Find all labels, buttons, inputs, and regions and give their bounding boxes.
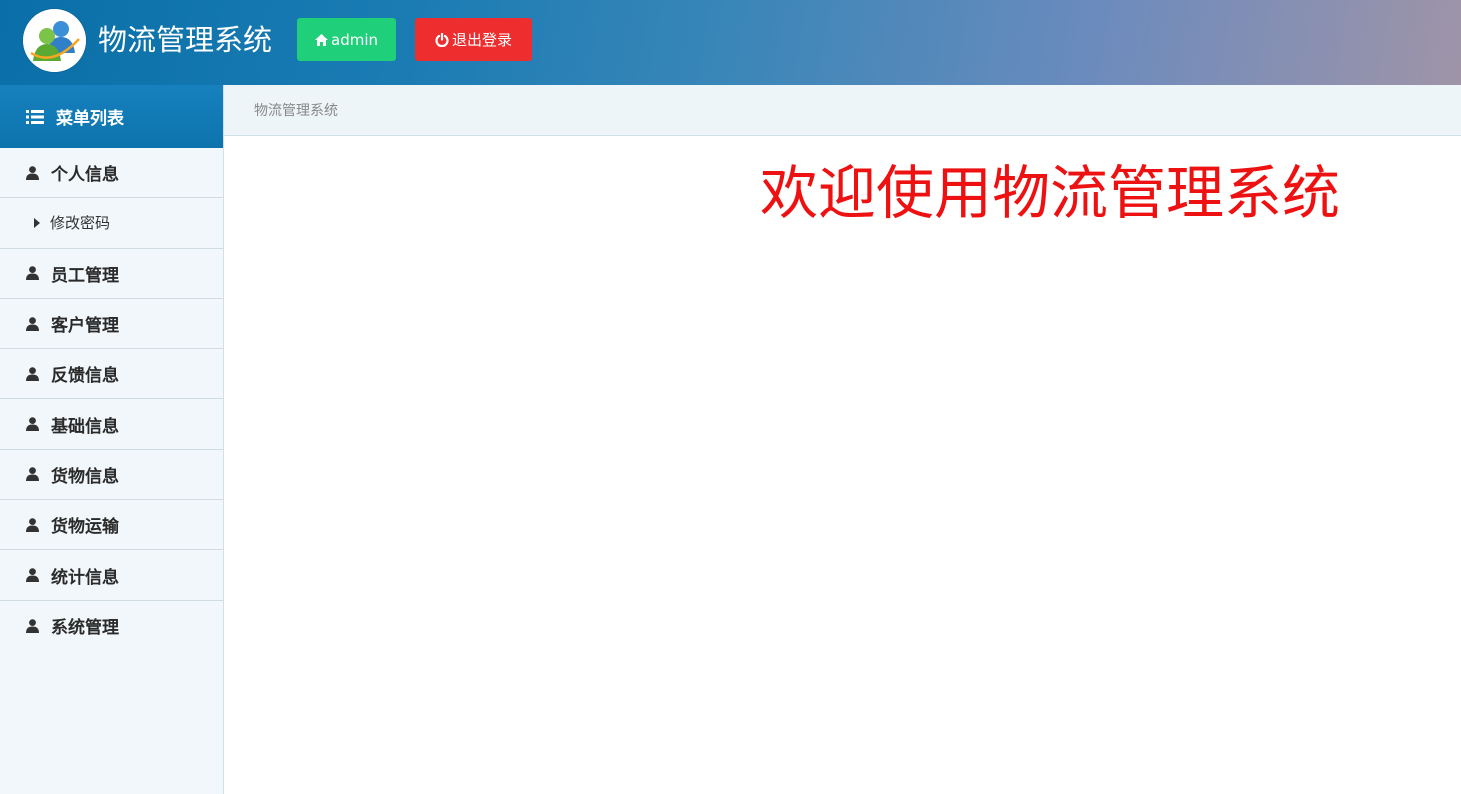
sidebar-item-label: 修改密码	[50, 214, 111, 233]
sidebar-item-change-password[interactable]: 修改密码	[0, 198, 223, 249]
user-icon	[26, 619, 39, 633]
user-icon	[26, 266, 39, 281]
home-icon	[315, 33, 328, 46]
sidebar-item-feedback[interactable]: 反馈信息	[0, 349, 223, 400]
user-icon	[26, 467, 39, 482]
admin-user-button[interactable]: admin	[297, 18, 396, 61]
sidebar-item-goods-info[interactable]: 货物信息	[0, 450, 223, 501]
sidebar-item-basic-info[interactable]: 基础信息	[0, 399, 223, 450]
user-icon	[26, 568, 39, 583]
sidebar-item-label: 货物运输	[51, 517, 119, 538]
sidebar-item-label: 反馈信息	[51, 366, 119, 387]
list-icon	[26, 109, 44, 124]
sidebar-header: 菜单列表	[0, 85, 223, 148]
logout-label: 退出登录	[451, 31, 512, 49]
caret-right-icon	[34, 217, 40, 228]
user-icon	[26, 517, 39, 532]
user-icon	[26, 165, 39, 180]
app-title: 物流管理系统	[98, 23, 273, 57]
sidebar-item-label: 个人信息	[51, 165, 119, 186]
top-header: 物流管理系统 admin 退出登录	[0, 0, 1461, 85]
sidebar-item-goods-transport[interactable]: 货物运输	[0, 500, 223, 551]
admin-user-label: admin	[331, 30, 378, 49]
power-icon	[435, 32, 449, 47]
sidebar-item-employee-management[interactable]: 员工管理	[0, 249, 223, 299]
breadcrumb-text: 物流管理系统	[254, 103, 338, 119]
sidebar-item-label: 货物信息	[51, 466, 119, 487]
sidebar-item-personal-info[interactable]: 个人信息	[0, 148, 223, 199]
app-logo	[23, 9, 86, 72]
welcome-message: 欢迎使用物流管理系统	[760, 159, 1341, 227]
sidebar-item-label: 客户管理	[51, 316, 119, 337]
sidebar-item-system-management[interactable]: 系统管理	[0, 601, 223, 651]
users-logo-icon	[23, 9, 86, 72]
sidebar-item-label: 系统管理	[51, 618, 119, 639]
sidebar-title: 菜单列表	[56, 109, 124, 129]
sidebar-menu: 菜单列表 个人信息 修改密码 员工管理 客户管理 反馈信息 基础信息 货物信息 …	[0, 85, 224, 794]
logout-button[interactable]: 退出登录	[415, 18, 532, 61]
sidebar-item-customer-management[interactable]: 客户管理	[0, 299, 223, 350]
sidebar-item-label: 基础信息	[51, 416, 119, 437]
user-icon	[26, 367, 39, 381]
user-icon	[26, 316, 39, 331]
user-icon	[26, 417, 39, 432]
breadcrumb: 物流管理系统	[224, 85, 1461, 136]
sidebar-item-label: 员工管理	[51, 265, 119, 286]
sidebar-item-label: 统计信息	[51, 567, 119, 588]
sidebar-item-statistics[interactable]: 统计信息	[0, 550, 223, 601]
